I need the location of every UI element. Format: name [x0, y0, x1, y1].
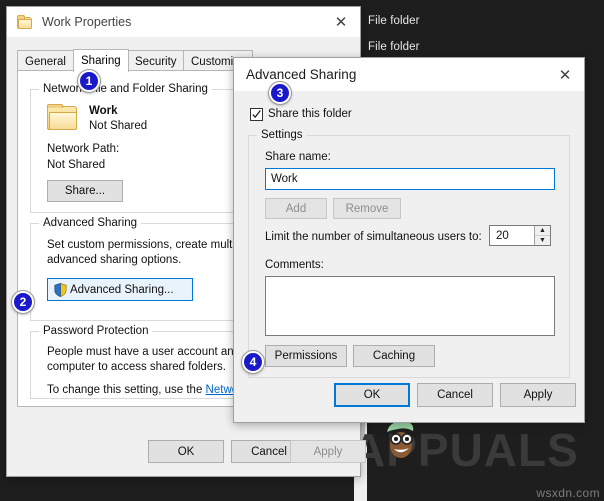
page-title: Work Properties — [42, 15, 132, 29]
chevron-down-icon[interactable]: ▼ — [535, 236, 550, 245]
settings-group: Settings Share name: Add Remove Limit th… — [248, 129, 570, 378]
advanced-ok-button[interactable]: OK — [334, 383, 410, 407]
comments-label: Comments: — [265, 259, 324, 271]
caching-button[interactable]: Caching — [353, 345, 435, 367]
advanced-apply-button[interactable]: Apply — [500, 383, 576, 407]
shared-folder-status: Not Shared — [89, 120, 148, 132]
list-item: File folder — [368, 15, 420, 27]
simultaneous-users-value: 20 — [496, 229, 509, 242]
callout-badge-4: 4 — [242, 351, 264, 373]
add-button: Add — [265, 198, 327, 219]
mascot-logo-icon — [387, 421, 414, 458]
advanced-sharing-title: Advanced Sharing — [246, 67, 357, 82]
chevron-up-icon[interactable]: ▲ — [535, 226, 550, 236]
tab-sharing[interactable]: Sharing — [73, 49, 129, 72]
tab-general[interactable]: General — [17, 50, 74, 71]
password-protection-line1: People must have a user account and pas — [47, 346, 262, 358]
network-settings-hint: To change this setting, use the Network … — [47, 383, 257, 397]
advanced-sharing-description-line2: advanced sharing options. — [47, 254, 182, 266]
password-protection-line2: computer to access shared folders. — [47, 361, 226, 373]
folder-icon — [47, 104, 77, 130]
share-this-folder-checkbox[interactable] — [250, 107, 263, 121]
callout-badge-2: 2 — [12, 291, 34, 313]
close-icon[interactable]: ✕ — [322, 7, 360, 37]
folder-icon — [17, 15, 32, 29]
callout-badge-3: 3 — [269, 82, 291, 104]
simultaneous-users-stepper[interactable]: 20 ▲ ▼ — [489, 225, 551, 246]
comments-textarea[interactable] — [265, 276, 555, 336]
advanced-sharing-dialog: Advanced Sharing ✕ Share this folder Set… — [233, 57, 585, 423]
properties-apply-button: Apply — [290, 440, 366, 463]
share-button[interactable]: Share... — [47, 180, 123, 202]
site-credit-text: wsxdn.com — [536, 486, 600, 500]
remove-button: Remove — [333, 198, 401, 219]
uac-shield-icon — [54, 282, 67, 297]
password-protection-group-label: Password Protection — [39, 325, 153, 337]
permissions-button[interactable]: Permissions — [265, 345, 347, 367]
stepper-buttons[interactable]: ▲ ▼ — [534, 226, 550, 245]
share-name-input[interactable] — [265, 168, 555, 190]
settings-group-label: Settings — [257, 129, 307, 141]
advanced-sharing-button-label: Advanced Sharing... — [70, 283, 174, 296]
callout-badge-1: 1 — [78, 70, 100, 92]
share-this-folder-label: Share this folder — [268, 108, 352, 120]
close-icon[interactable]: ✕ — [546, 58, 584, 91]
network-sharing-group-label: Network File and Folder Sharing — [39, 83, 212, 95]
tab-security[interactable]: Security — [127, 50, 185, 71]
network-path-label: Network Path: — [47, 143, 120, 155]
share-this-folder-row[interactable]: Share this folder — [250, 107, 352, 121]
simultaneous-users-label: Limit the number of simultaneous users t… — [265, 231, 482, 243]
network-settings-hint-text: To change this setting, use the — [47, 384, 206, 396]
share-name-label: Share name: — [265, 151, 331, 163]
advanced-cancel-button[interactable]: Cancel — [417, 383, 493, 407]
advanced-sharing-group-label: Advanced Sharing — [39, 217, 141, 229]
shared-folder-name: Work — [89, 105, 118, 117]
advanced-sharing-button[interactable]: Advanced Sharing... — [47, 278, 193, 301]
properties-ok-button[interactable]: OK — [148, 440, 224, 463]
properties-titlebar: Work Properties ✕ — [7, 7, 360, 37]
network-path-value: Not Shared — [47, 159, 106, 171]
